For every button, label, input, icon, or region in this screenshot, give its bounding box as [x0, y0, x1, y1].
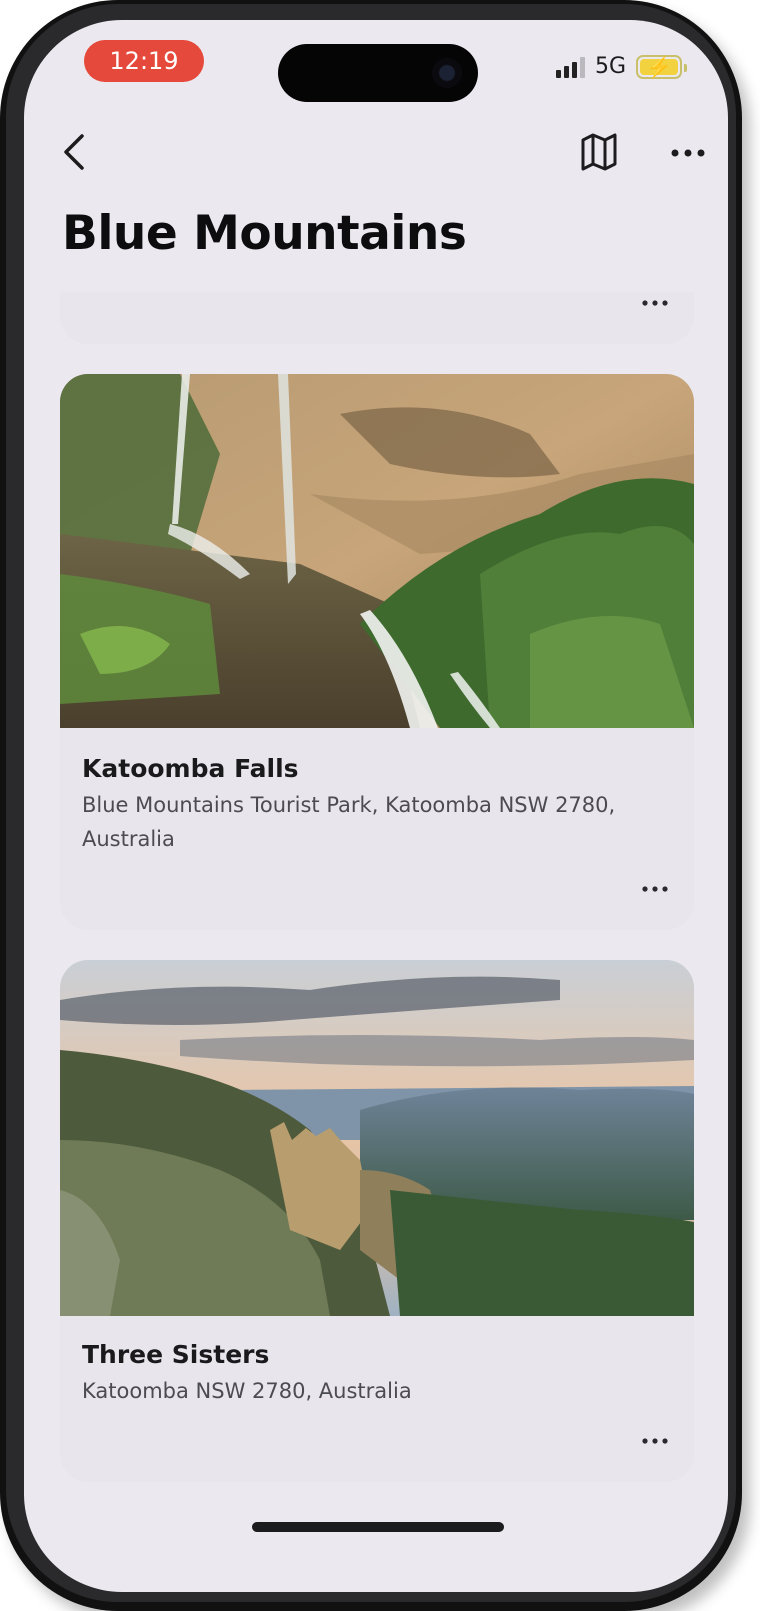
cellular-signal-icon [555, 56, 585, 78]
place-address: Katoomba NSW 2780, Australia [82, 1379, 412, 1403]
more-options-button[interactable] [668, 138, 708, 168]
home-indicator[interactable] [252, 1522, 504, 1532]
phone-frame: 12:19 5G ⚡ Blue Mountains Katoomba Falls… [0, 0, 742, 1611]
place-photo-waterfall [60, 374, 694, 728]
place-card-partial[interactable] [60, 292, 694, 344]
charging-bolt-icon: ⚡ [646, 56, 672, 79]
status-indicators: 5G ⚡ [555, 54, 687, 79]
card-more-button[interactable] [640, 1434, 670, 1448]
dynamic-island [278, 44, 478, 102]
network-type: 5G [594, 54, 626, 79]
place-card[interactable]: Three Sisters Katoomba NSW 2780, Austral… [60, 960, 694, 1482]
map-view-button[interactable] [580, 132, 618, 172]
back-button[interactable] [58, 130, 94, 174]
phone-bezel: 12:19 5G ⚡ Blue Mountains Katoomba Falls… [6, 4, 736, 1602]
app-screen: 12:19 5G ⚡ Blue Mountains Katoomba Falls… [24, 20, 728, 1592]
chevron-left-icon [64, 134, 84, 170]
place-title: Three Sisters [82, 1340, 270, 1369]
ellipsis-icon [642, 300, 668, 306]
page-title: Blue Mountains [62, 206, 467, 261]
place-address: Blue Mountains Tourist Park, Katoomba NS… [82, 793, 616, 851]
camera-icon [432, 58, 462, 88]
ellipsis-icon [642, 886, 668, 892]
status-time: 12:19 [84, 40, 204, 82]
ellipsis-icon [671, 149, 705, 157]
ellipsis-icon [642, 1438, 668, 1444]
battery-icon: ⚡ [636, 54, 687, 79]
place-title: Katoomba Falls [82, 754, 299, 783]
place-card[interactable]: Katoomba Falls Blue Mountains Tourist Pa… [60, 374, 694, 930]
map-icon [581, 133, 617, 171]
card-more-button[interactable] [640, 296, 670, 310]
place-photo-mountains [60, 960, 694, 1316]
card-more-button[interactable] [640, 882, 670, 896]
